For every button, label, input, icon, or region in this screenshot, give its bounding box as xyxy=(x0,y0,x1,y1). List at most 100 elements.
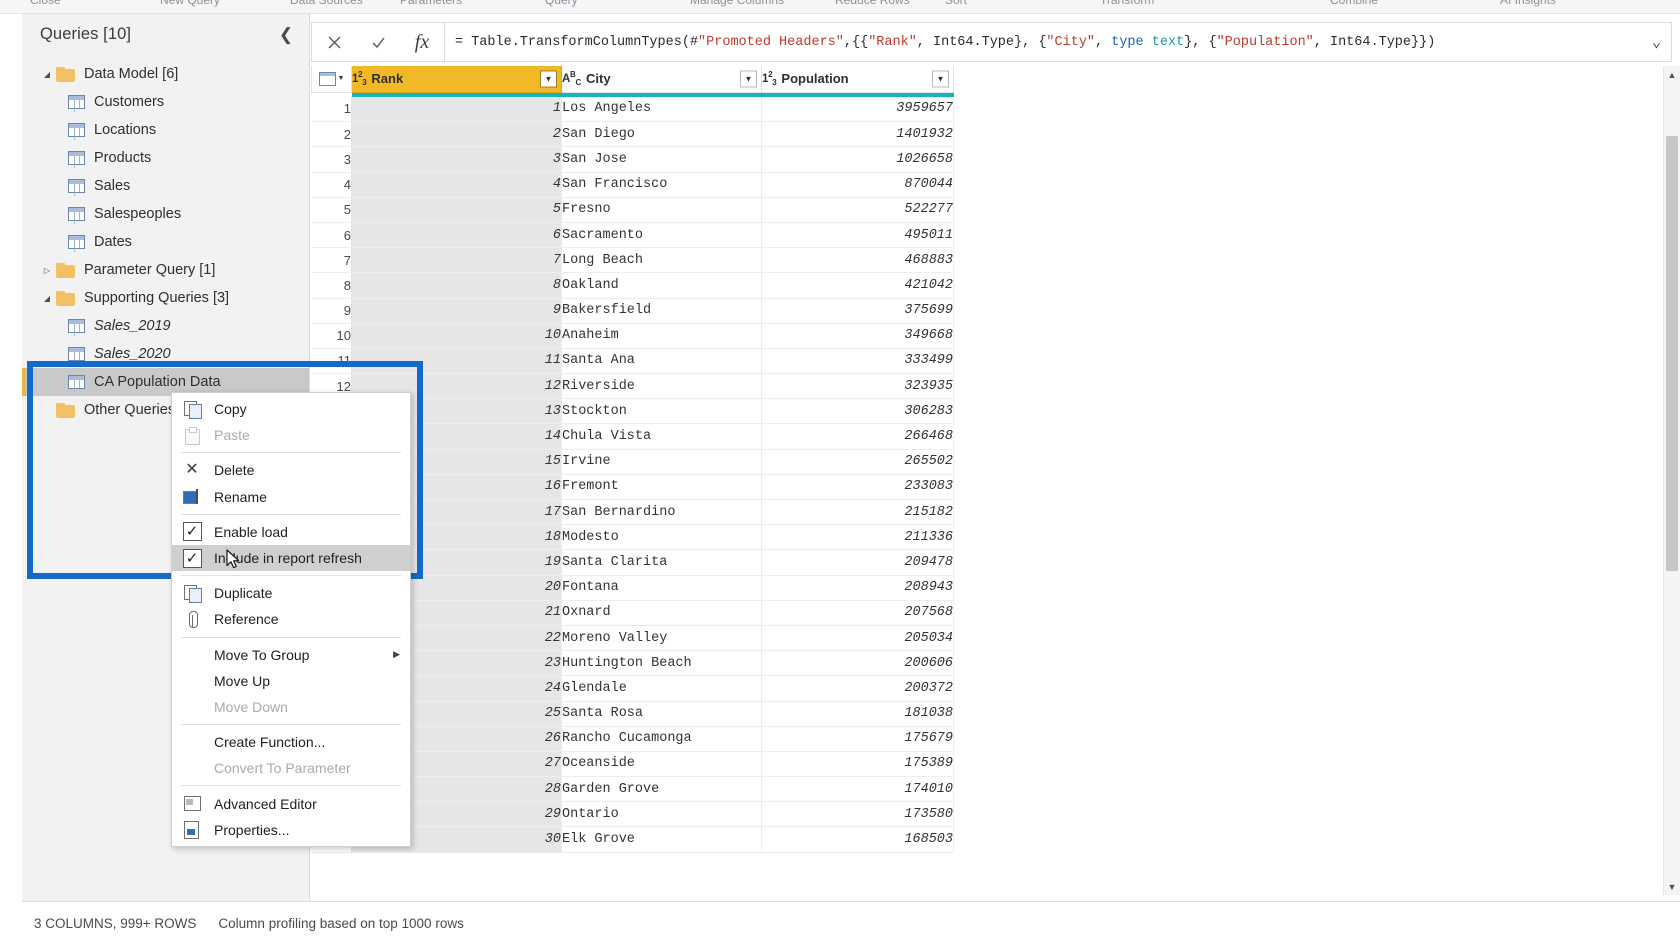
ribbon-tab-sort[interactable]: Sort xyxy=(945,0,967,7)
ribbon-tab-new-query[interactable]: New Query xyxy=(160,0,220,7)
cell-city[interactable]: Riverside xyxy=(561,373,762,400)
cell-city[interactable]: Sacramento xyxy=(561,222,762,249)
cell-city[interactable]: Ontario xyxy=(561,801,762,828)
cell-city[interactable]: Bakersfield xyxy=(561,298,762,324)
cell-rank[interactable]: 8 xyxy=(351,272,562,299)
cell-rank[interactable]: 6 xyxy=(351,222,562,249)
cell-population[interactable]: 522277 xyxy=(761,197,954,223)
cell-population[interactable]: 200372 xyxy=(761,675,954,702)
query-tree-item-customers[interactable]: Customers xyxy=(22,88,309,116)
cell-population[interactable]: 205034 xyxy=(761,625,954,652)
query-tree-item-parameter-query-1[interactable]: ▷ Parameter Query [1] xyxy=(22,256,309,284)
table-row[interactable]: 9 9 Bakersfield 375699 xyxy=(311,298,954,324)
row-number-cell[interactable]: 6 xyxy=(311,222,352,249)
cell-city[interactable]: Santa Rosa xyxy=(561,701,762,727)
query-tree-item-supporting-queries-3[interactable]: ◢ Supporting Queries [3] xyxy=(22,284,309,312)
table-row[interactable]: 10 10 Anaheim 349668 xyxy=(311,323,954,349)
cell-rank[interactable]: 5 xyxy=(351,197,562,223)
menu-item-reference[interactable]: Reference xyxy=(172,606,410,632)
menu-item-delete[interactable]: ✕ Delete xyxy=(172,457,410,483)
twisty-collapsed-icon[interactable]: ▷ xyxy=(40,263,54,277)
cell-population[interactable]: 3959657 xyxy=(761,96,954,123)
cell-city[interactable]: Huntington Beach xyxy=(561,650,762,677)
cell-population[interactable]: 233083 xyxy=(761,474,954,501)
query-tree-item-sales[interactable]: Sales xyxy=(22,172,309,200)
ribbon-tab-combine[interactable]: Combine xyxy=(1330,0,1378,7)
query-context-menu[interactable]: Copy Paste ✕ Delete Rename ✓ Enable load ✓ Inclu… xyxy=(171,392,411,847)
cell-population[interactable]: 333499 xyxy=(761,348,954,375)
close-icon[interactable] xyxy=(312,23,356,61)
cell-population[interactable]: 211336 xyxy=(761,524,954,551)
row-number-cell[interactable]: 11 xyxy=(311,348,352,375)
cell-city[interactable]: Stockton xyxy=(561,398,762,425)
cell-rank[interactable]: 10 xyxy=(351,323,562,349)
cell-city[interactable]: Oceanside xyxy=(561,751,762,778)
table-row[interactable]: 6 6 Sacramento 495011 xyxy=(311,222,954,249)
table-row[interactable]: 8 8 Oakland 421042 xyxy=(311,272,954,299)
menu-item-include-in-report-refresh[interactable]: ✓ Include in report refresh xyxy=(172,544,410,572)
cell-city[interactable]: San Diego xyxy=(561,121,762,148)
ribbon-tab-reduce-rows[interactable]: Reduce Rows xyxy=(835,0,910,7)
chevron-down-icon[interactable]: ⌄ xyxy=(1652,33,1661,52)
menu-item-copy[interactable]: Copy xyxy=(172,396,410,422)
row-number-cell[interactable]: 1 xyxy=(311,96,352,123)
ribbon-tab-query[interactable]: Query xyxy=(545,0,578,7)
ribbon-tab-close[interactable]: Close xyxy=(30,0,61,7)
cell-city[interactable]: Oakland xyxy=(561,272,762,299)
menu-item-advanced-editor[interactable]: Advanced Editor xyxy=(172,790,410,816)
table-row[interactable]: 3 3 San Jose 1026658 xyxy=(311,146,954,173)
cell-population[interactable]: 181038 xyxy=(761,701,954,727)
cell-rank[interactable]: 9 xyxy=(351,298,562,324)
cell-city[interactable]: Los Angeles xyxy=(561,96,762,123)
cell-population[interactable]: 200606 xyxy=(761,650,954,677)
chevron-left-icon[interactable]: ❮ xyxy=(275,24,297,46)
table-row[interactable]: 2 2 San Diego 1401932 xyxy=(311,121,954,148)
menu-item-move-to-group[interactable]: Move To Group ▶ xyxy=(172,642,410,668)
cell-population[interactable]: 323935 xyxy=(761,373,954,400)
column-header-rank[interactable]: 123 Rank ▼ xyxy=(351,66,562,93)
cell-population[interactable]: 870044 xyxy=(761,172,954,198)
ribbon-tab-data-sources[interactable]: Data Sources xyxy=(290,0,363,7)
cell-city[interactable]: Oxnard xyxy=(561,600,762,626)
cell-population[interactable]: 174010 xyxy=(761,776,954,803)
ribbon-tab-ai-insights[interactable]: AI Insights xyxy=(1500,0,1556,7)
formula-input[interactable]: = Table.TransformColumnTypes(#"Promoted … xyxy=(444,22,1672,62)
menu-item-properties[interactable]: Properties... xyxy=(172,817,410,843)
cell-city[interactable]: Irvine xyxy=(561,449,762,475)
cell-city[interactable]: Rancho Cucamonga xyxy=(561,726,762,752)
menu-item-duplicate[interactable]: Duplicate xyxy=(172,580,410,606)
chevron-up-icon[interactable]: ▲ xyxy=(1664,66,1680,83)
cell-rank[interactable]: 7 xyxy=(351,247,562,274)
row-number-cell[interactable]: 3 xyxy=(311,146,352,173)
query-tree-item-products[interactable]: Products xyxy=(22,144,309,172)
cell-population[interactable]: 265502 xyxy=(761,449,954,475)
cell-population[interactable]: 175389 xyxy=(761,751,954,778)
cell-city[interactable]: Fremont xyxy=(561,474,762,501)
cell-rank[interactable]: 11 xyxy=(351,348,562,375)
cell-city[interactable]: Elk Grove xyxy=(561,826,762,853)
cell-city[interactable]: San Francisco xyxy=(561,172,762,198)
cell-city[interactable]: Anaheim xyxy=(561,323,762,349)
cell-city[interactable]: Santa Clarita xyxy=(561,549,762,576)
menu-item-create-function[interactable]: Create Function... xyxy=(172,729,410,755)
table-row[interactable]: 11 11 Santa Ana 333499 xyxy=(311,348,954,375)
table-row[interactable]: 1 1 Los Angeles 3959657 xyxy=(311,96,954,123)
vertical-scrollbar[interactable]: ▲ ▼ xyxy=(1663,66,1680,895)
menu-item-rename[interactable]: Rename xyxy=(172,484,410,510)
column-header-city[interactable]: ABC City ▼ xyxy=(561,66,762,93)
ribbon-tab-manage-columns[interactable]: Manage Columns xyxy=(690,0,784,7)
cell-city[interactable]: Moreno Valley xyxy=(561,625,762,652)
cell-city[interactable]: Fresno xyxy=(561,197,762,223)
cell-population[interactable]: 468883 xyxy=(761,247,954,274)
chevron-down-icon[interactable]: ▼ xyxy=(1664,878,1680,895)
cell-population[interactable]: 266468 xyxy=(761,423,954,450)
cell-population[interactable]: 421042 xyxy=(761,272,954,299)
cell-city[interactable]: Long Beach xyxy=(561,247,762,274)
scrollbar-thumb[interactable] xyxy=(1666,136,1678,571)
column-filter-dropdown-rank[interactable]: ▼ xyxy=(540,70,557,88)
checkbox-checked-icon[interactable]: ✓ xyxy=(182,548,202,568)
cell-population[interactable]: 173580 xyxy=(761,801,954,828)
row-number-cell[interactable]: 4 xyxy=(311,172,352,198)
query-tree-item-locations[interactable]: Locations xyxy=(22,116,309,144)
query-tree-item-dates[interactable]: Dates xyxy=(22,228,309,256)
